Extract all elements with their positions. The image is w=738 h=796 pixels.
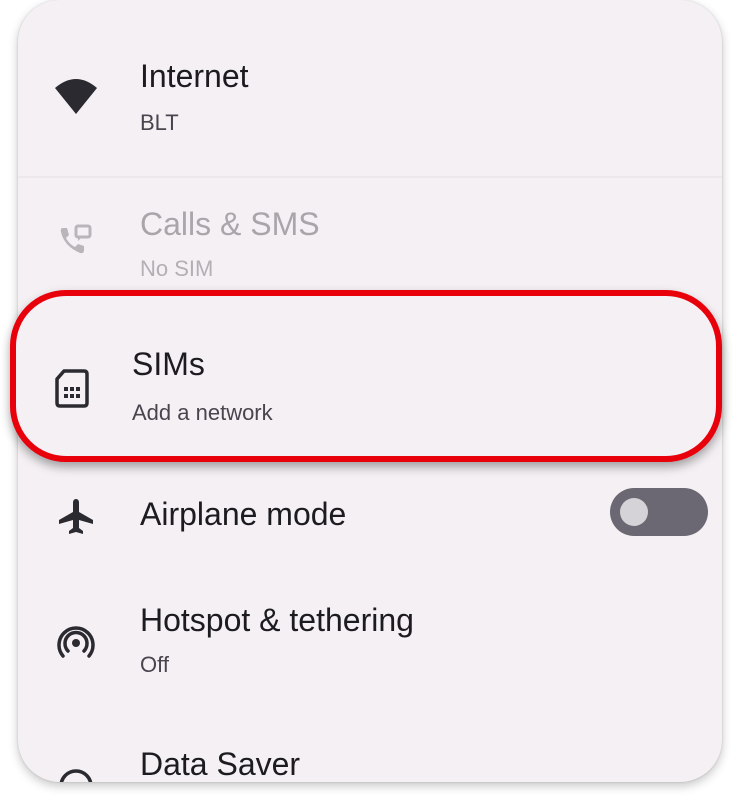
calls-sms-icon xyxy=(52,218,96,262)
toggle-knob xyxy=(620,498,648,526)
internet-subtitle: BLT xyxy=(140,110,179,135)
sim-card-icon xyxy=(50,366,94,410)
airplane-mode-toggle[interactable] xyxy=(610,488,708,536)
calls-sms-title: Calls & SMS xyxy=(140,206,320,242)
hotspot-item[interactable]: Hotspot & tethering Off xyxy=(18,584,722,696)
calls-sms-subtitle: No SIM xyxy=(140,256,214,281)
data-saver-title: Data Saver xyxy=(140,746,301,782)
internet-item[interactable]: Internet BLT xyxy=(18,0,722,176)
sims-title: SIMs xyxy=(132,346,205,382)
hotspot-icon xyxy=(54,620,98,664)
airplane-icon xyxy=(54,494,98,538)
airplane-mode-title: Airplane mode xyxy=(140,496,347,532)
sims-subtitle: Add a network xyxy=(132,400,273,425)
hotspot-title: Hotspot & tethering xyxy=(140,602,414,638)
internet-title: Internet xyxy=(140,58,249,94)
data-saver-item[interactable]: Data Saver xyxy=(18,730,722,782)
sims-item[interactable]: SIMs Add a network xyxy=(10,290,722,462)
calls-sms-item: Calls & SMS No SIM xyxy=(18,178,722,290)
wifi-icon xyxy=(54,74,98,118)
data-saver-icon xyxy=(54,764,98,782)
airplane-mode-item[interactable]: Airplane mode xyxy=(18,470,722,560)
hotspot-subtitle: Off xyxy=(140,652,169,677)
